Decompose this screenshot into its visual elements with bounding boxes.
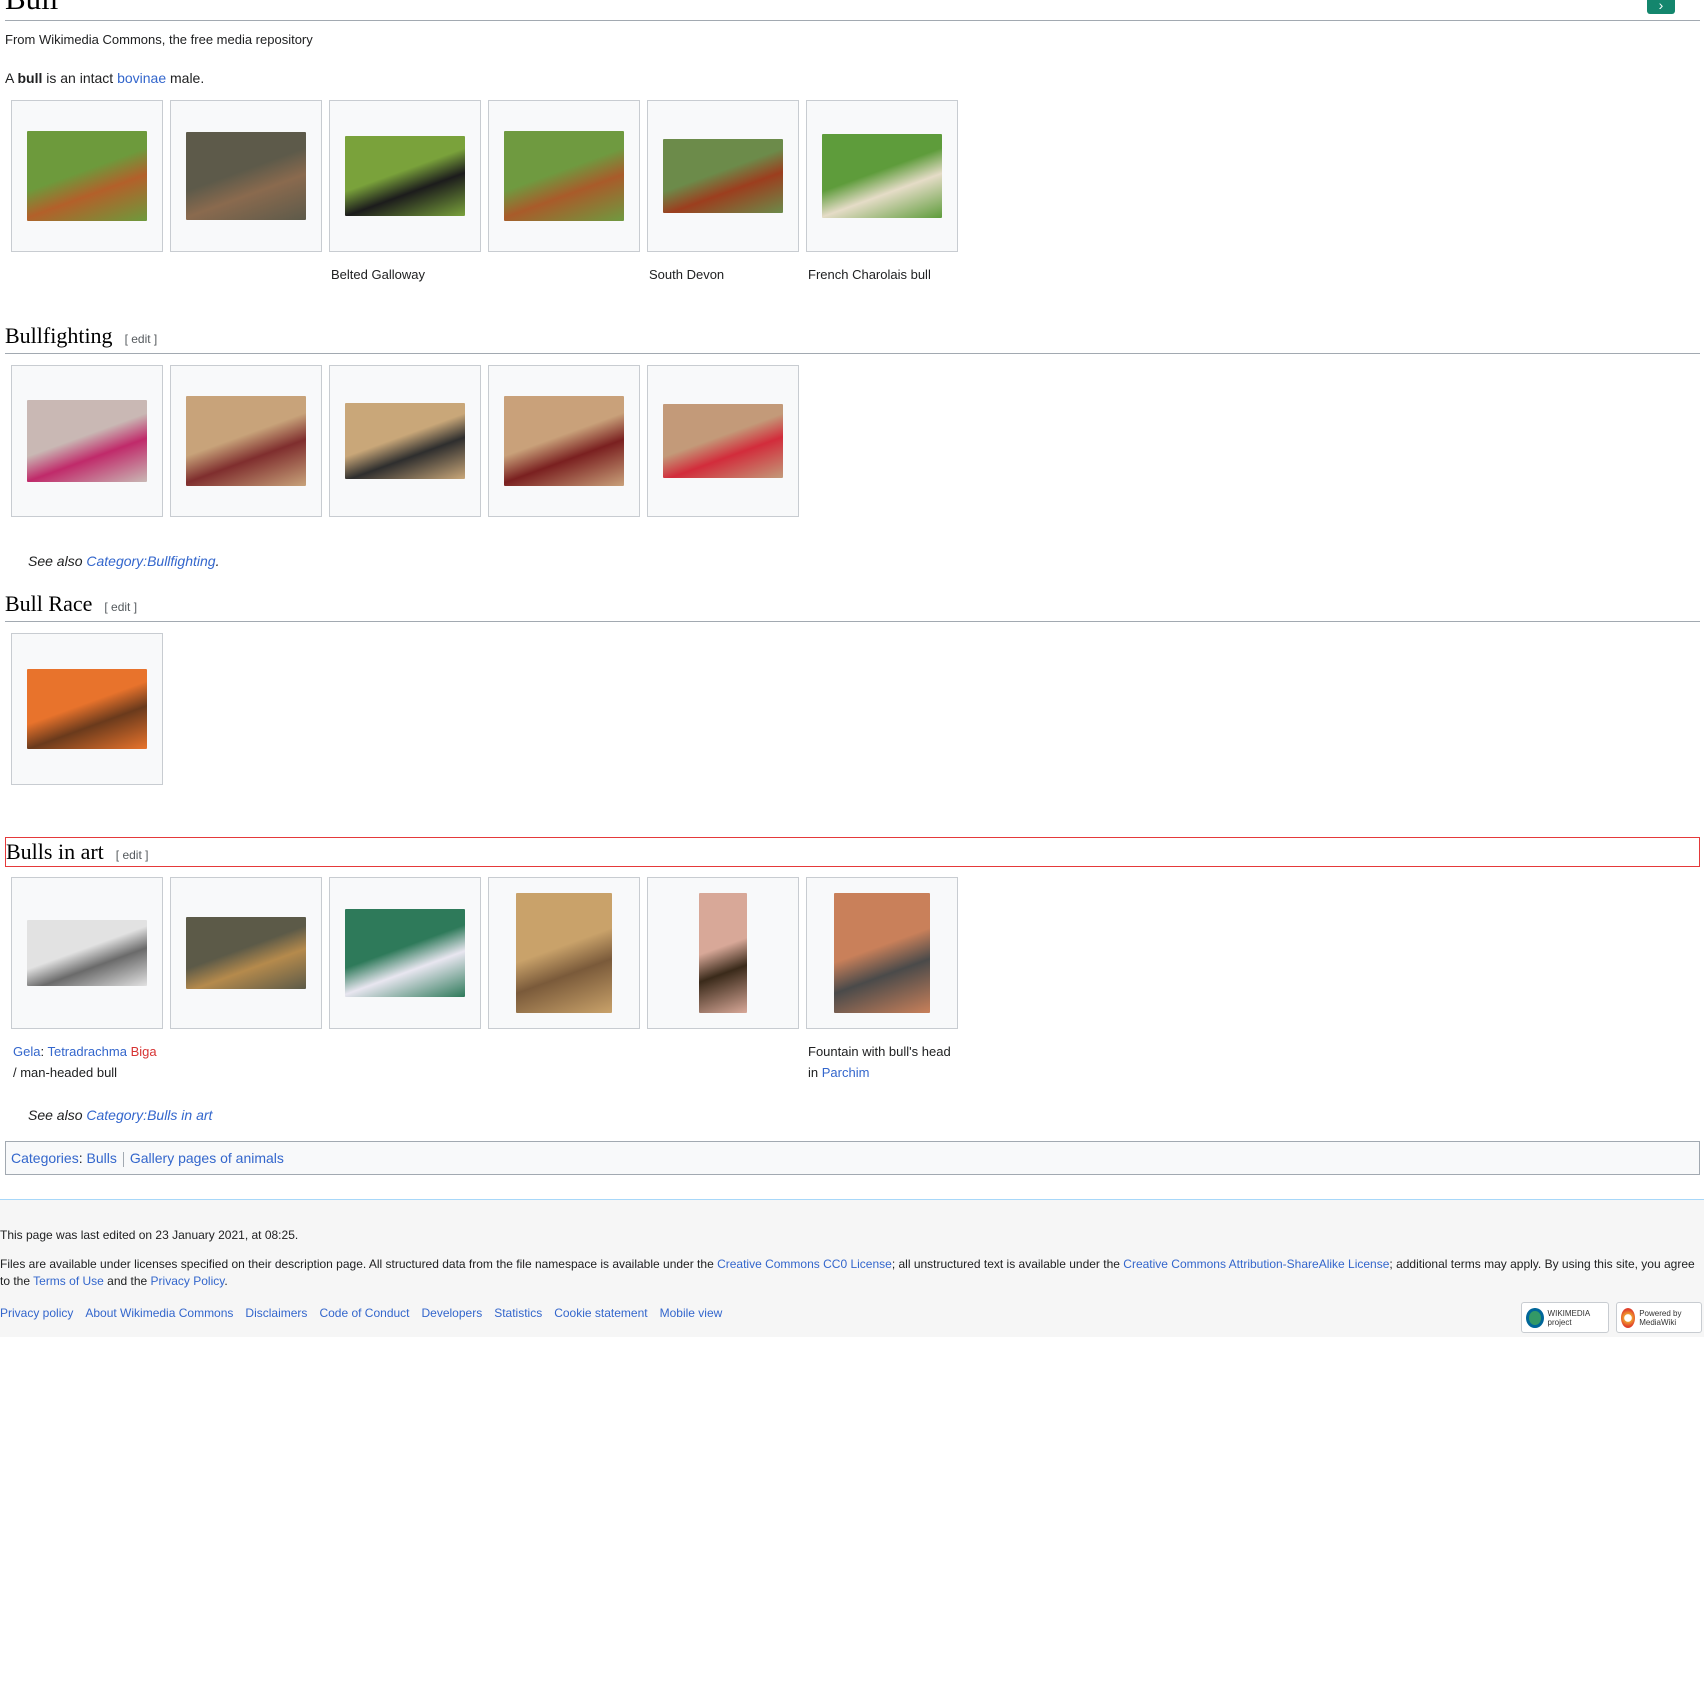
footer-link-cookie-statement[interactable]: Cookie statement bbox=[554, 1306, 647, 1320]
thumbnail-image[interactable] bbox=[516, 893, 612, 1013]
gallery-item bbox=[170, 365, 329, 517]
thumbnail-image[interactable] bbox=[834, 893, 930, 1013]
footer-links: Privacy policy About Wikimedia Commons D… bbox=[0, 1306, 734, 1320]
gallery-item: Belted Galloway bbox=[329, 100, 488, 285]
gallery-item bbox=[11, 633, 170, 785]
parchim-link[interactable]: Parchim bbox=[822, 1065, 870, 1080]
category-item[interactable]: Gallery pages of animals bbox=[130, 1150, 284, 1166]
gallery-bulls-in-art: Gela: Tetradrachma Biga / man-headed bul… bbox=[11, 877, 965, 1083]
gallery-main: Belted Galloway South Devon French Charo… bbox=[11, 100, 965, 285]
footer-link-mobile-view[interactable]: Mobile view bbox=[660, 1306, 723, 1320]
thumbnail-image[interactable] bbox=[663, 139, 783, 213]
thumbnail-image[interactable] bbox=[186, 396, 306, 486]
intro-paragraph: A bull is an intact bovinae male. bbox=[5, 70, 205, 86]
thumbnail-image[interactable] bbox=[345, 403, 465, 479]
cc-by-sa-license-link[interactable]: Creative Commons Attribution-ShareAlike … bbox=[1123, 1257, 1389, 1271]
mediawiki-badge[interactable]: Powered by MediaWiki bbox=[1616, 1302, 1702, 1333]
heading-bulls-in-art: Bulls in art[ edit ] bbox=[5, 837, 1700, 867]
thumbnail-image[interactable] bbox=[345, 909, 465, 997]
biga-link[interactable]: Biga bbox=[131, 1044, 157, 1059]
thumbnail-image[interactable] bbox=[504, 131, 624, 221]
gallery-caption: South Devon bbox=[649, 267, 725, 282]
footer-link-code-of-conduct[interactable]: Code of Conduct bbox=[319, 1306, 409, 1320]
gallery-item: Fountain with bull's head in Parchim bbox=[806, 877, 965, 1083]
terms-of-use-link[interactable]: Terms of Use bbox=[33, 1274, 104, 1288]
thumbnail-image[interactable] bbox=[186, 132, 306, 220]
tetradrachma-link[interactable]: Tetradrachma bbox=[47, 1044, 126, 1059]
categories-label-link[interactable]: Categories bbox=[11, 1150, 79, 1166]
gallery-item bbox=[329, 365, 488, 517]
thumbnail-image[interactable] bbox=[27, 400, 147, 482]
heading-bull-race: Bull Race[ edit ] bbox=[5, 590, 1700, 622]
page-title: Bull bbox=[5, 0, 1700, 21]
category-links: Categories: Bulls Gallery pages of animal… bbox=[5, 1141, 1700, 1175]
gallery-caption: Belted Galloway bbox=[331, 267, 425, 282]
gallery-caption: French Charolais bull bbox=[808, 267, 931, 282]
category-item[interactable]: Bulls bbox=[86, 1150, 116, 1166]
gallery-item bbox=[170, 877, 329, 1083]
thumbnail-image[interactable] bbox=[27, 669, 147, 749]
thumbnail-image[interactable] bbox=[27, 131, 147, 221]
footer-link-developers[interactable]: Developers bbox=[422, 1306, 483, 1320]
cc0-license-link[interactable]: Creative Commons CC0 License bbox=[717, 1257, 892, 1271]
edit-section-link[interactable]: [ edit ] bbox=[116, 848, 149, 862]
category-bullfighting-link[interactable]: Category:Bullfighting bbox=[86, 553, 215, 569]
gallery-item bbox=[647, 365, 806, 517]
gallery-item bbox=[488, 100, 647, 285]
footer-link-statistics[interactable]: Statistics bbox=[494, 1306, 542, 1320]
edit-section-link[interactable]: [ edit ] bbox=[104, 600, 137, 614]
gallery-item bbox=[11, 100, 170, 285]
gallery-bull-race bbox=[11, 633, 170, 785]
gallery-item bbox=[488, 877, 647, 1083]
gallery-caption: Fountain with bull's head in Parchim bbox=[808, 1044, 951, 1080]
thumbnail-image[interactable] bbox=[186, 917, 306, 989]
gela-link[interactable]: Gela bbox=[13, 1044, 40, 1059]
wikimedia-logo-icon bbox=[1526, 1307, 1544, 1328]
edit-section-link[interactable]: [ edit ] bbox=[125, 332, 158, 346]
thumbnail-image[interactable] bbox=[663, 404, 783, 478]
category-bulls-in-art-link[interactable]: Category:Bulls in art bbox=[86, 1107, 212, 1123]
gallery-bullfighting bbox=[11, 365, 806, 517]
thumbnail-image[interactable] bbox=[27, 920, 147, 986]
gallery-item: Gela: Tetradrachma Biga / man-headed bul… bbox=[11, 877, 170, 1083]
thumbnail-image[interactable] bbox=[822, 134, 942, 218]
site-subtitle: From Wikimedia Commons, the free media r… bbox=[5, 32, 313, 47]
intro-bold-term: bull bbox=[17, 70, 43, 86]
privacy-policy-inline-link[interactable]: Privacy Policy bbox=[151, 1274, 225, 1288]
footer-link-privacy-policy[interactable]: Privacy policy bbox=[0, 1306, 73, 1320]
gallery-item bbox=[488, 365, 647, 517]
thumbnail-image[interactable] bbox=[699, 893, 747, 1013]
gallery-item bbox=[647, 877, 806, 1083]
footer-link-disclaimers[interactable]: Disclaimers bbox=[245, 1306, 307, 1320]
footer: This page was last edited on 23 January … bbox=[0, 1199, 1704, 1337]
see-also-bullfighting: See also Category:Bullfighting. bbox=[28, 553, 220, 569]
gallery-item bbox=[11, 365, 170, 517]
mediawiki-logo-icon bbox=[1621, 1307, 1636, 1328]
language-select-button[interactable]: › bbox=[1647, 0, 1675, 14]
license-text: Files are available under licenses speci… bbox=[0, 1257, 1695, 1288]
wikimedia-badge[interactable]: WIKIMEDIA project bbox=[1521, 1302, 1609, 1333]
gallery-item bbox=[329, 877, 488, 1083]
thumbnail-image[interactable] bbox=[504, 396, 624, 486]
bovinae-link[interactable]: bovinae bbox=[117, 70, 166, 86]
heading-bullfighting: Bullfighting[ edit ] bbox=[5, 322, 1700, 354]
gallery-caption: Gela: Tetradrachma Biga / man-headed bul… bbox=[13, 1044, 157, 1080]
gallery-item: South Devon bbox=[647, 100, 806, 285]
gallery-item bbox=[170, 100, 329, 285]
thumbnail-image[interactable] bbox=[345, 136, 465, 216]
category-separator bbox=[122, 1151, 124, 1167]
see-also-bulls-in-art: See also Category:Bulls in art bbox=[28, 1107, 213, 1123]
footer-link-about[interactable]: About Wikimedia Commons bbox=[85, 1306, 233, 1320]
last-modified: This page was last edited on 23 January … bbox=[0, 1228, 299, 1242]
gallery-item: French Charolais bull bbox=[806, 100, 965, 285]
